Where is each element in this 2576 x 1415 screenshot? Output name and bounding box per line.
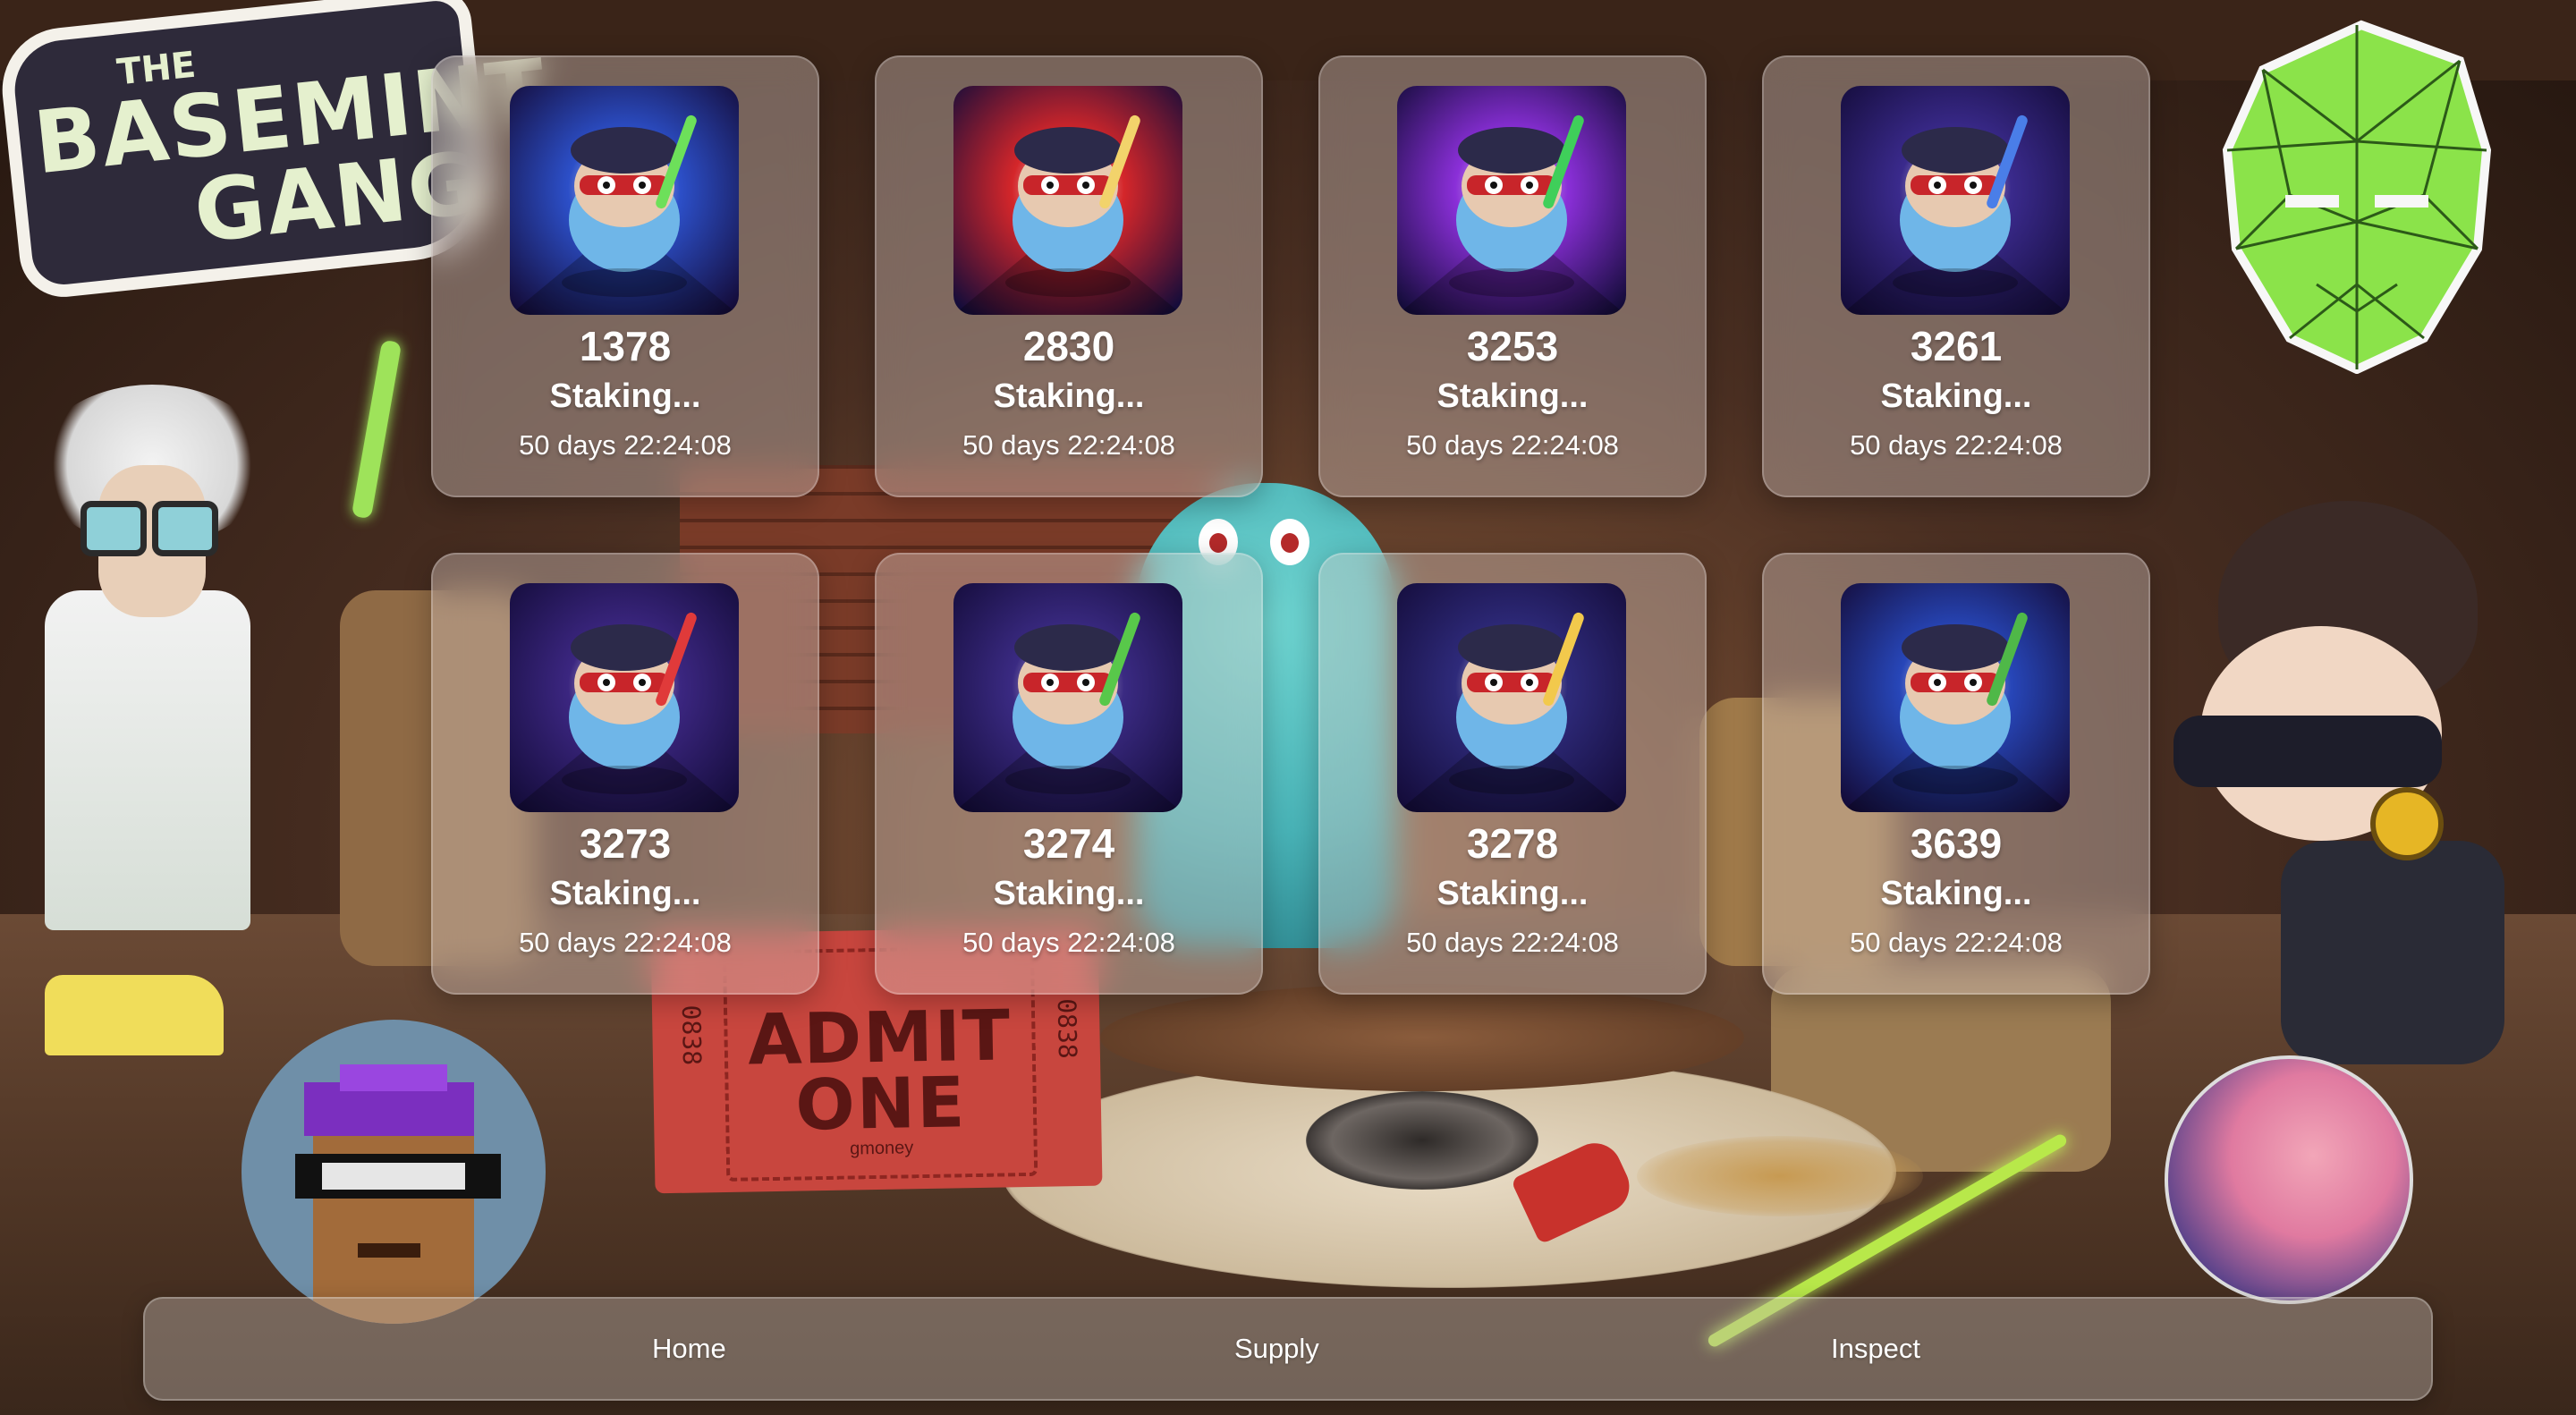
nft-image — [1397, 583, 1626, 812]
token-id: 3253 — [1466, 323, 1559, 369]
sunglasses-icon — [2174, 716, 2442, 787]
spill — [1637, 1136, 1923, 1216]
bottom-nav: Home Supply Inspect — [143, 1297, 2433, 1401]
staking-timer: 50 days 22:24:08 — [1850, 927, 2063, 958]
scientist-boots — [45, 975, 224, 1055]
ticket-serial: 0838 — [675, 1004, 708, 1066]
basemint-gang-logo: THE BASEMINT GANG — [0, 0, 552, 301]
frying-pan — [1306, 1091, 1538, 1190]
staking-timer: 50 days 22:24:08 — [1406, 927, 1619, 958]
staking-status: Staking... — [549, 377, 701, 415]
nft-image — [953, 86, 1182, 315]
ticket-serial: 0838 — [1051, 997, 1083, 1059]
token-id: 2830 — [1022, 323, 1115, 369]
dj-body — [2281, 841, 2504, 1064]
staking-status: Staking... — [549, 875, 701, 912]
staking-card[interactable]: 3261 Staking... 50 days 22:24:08 — [1762, 55, 2150, 497]
avatar-punk — [242, 1020, 546, 1324]
staking-card[interactable]: 3639 Staking... 50 days 22:24:08 — [1762, 553, 2150, 995]
nft-image — [1397, 86, 1626, 315]
nft-image — [510, 583, 739, 812]
nft-image — [953, 583, 1182, 812]
monster-eye — [1270, 519, 1309, 565]
nft-image — [1841, 583, 2070, 812]
wireframe-head-icon — [2222, 20, 2492, 374]
staking-status: Staking... — [1436, 377, 1589, 415]
nav-supply-link[interactable]: Supply — [1234, 1299, 1319, 1399]
nft-image — [1841, 86, 2070, 315]
token-id: 3273 — [579, 820, 672, 867]
token-id: 3261 — [1910, 323, 2003, 369]
staking-card[interactable]: 3273 Staking... 50 days 22:24:08 — [431, 553, 819, 995]
staking-timer: 50 days 22:24:08 — [1850, 429, 2063, 461]
staking-card[interactable]: 1378 Staking... 50 days 22:24:08 — [431, 55, 819, 497]
staking-card[interactable]: 2830 Staking... 50 days 22:24:08 — [875, 55, 1263, 497]
staking-status: Staking... — [993, 875, 1145, 912]
nft-image — [510, 86, 739, 315]
staking-timer: 50 days 22:24:08 — [962, 429, 1175, 461]
staking-status: Staking... — [993, 377, 1145, 415]
ticket-brand: gmoney — [849, 1138, 914, 1159]
ticket-line1: ADMIT — [747, 996, 1013, 1081]
basement-background: 0838 0838 ADMIT ONE gmoney THE BASEMINT … — [0, 0, 2576, 1415]
staking-card[interactable]: 3278 Staking... 50 days 22:24:08 — [1318, 553, 1707, 995]
goggle-icon — [152, 501, 218, 556]
scientist-coat — [45, 590, 250, 930]
staking-timer: 50 days 22:24:08 — [519, 429, 732, 461]
token-id: 3639 — [1910, 820, 2003, 867]
goggle-icon — [80, 501, 147, 556]
staking-timer: 50 days 22:24:08 — [962, 927, 1175, 958]
punk-avatar-icon — [295, 1064, 501, 1324]
ticket-text: ADMIT ONE — [727, 996, 1034, 1146]
staking-card[interactable]: 3253 Staking... 50 days 22:24:08 — [1318, 55, 1707, 497]
token-id: 1378 — [579, 323, 672, 369]
staking-timer: 50 days 22:24:08 — [519, 927, 732, 958]
staking-status: Staking... — [1436, 875, 1589, 912]
avatar-anime — [2165, 1055, 2413, 1304]
token-id: 3274 — [1022, 820, 1115, 867]
nav-home-link[interactable]: Home — [652, 1299, 726, 1399]
staking-status: Staking... — [1880, 875, 2032, 912]
staking-card[interactable]: 3274 Staking... 50 days 22:24:08 — [875, 553, 1263, 995]
nav-inspect-link[interactable]: Inspect — [1831, 1299, 1920, 1399]
staking-status: Staking... — [1880, 377, 2032, 415]
headphone-icon — [2370, 787, 2444, 860]
test-tube — [351, 339, 402, 520]
coffee-table — [1100, 984, 1744, 1091]
token-id: 3278 — [1466, 820, 1559, 867]
staking-timer: 50 days 22:24:08 — [1406, 429, 1619, 461]
